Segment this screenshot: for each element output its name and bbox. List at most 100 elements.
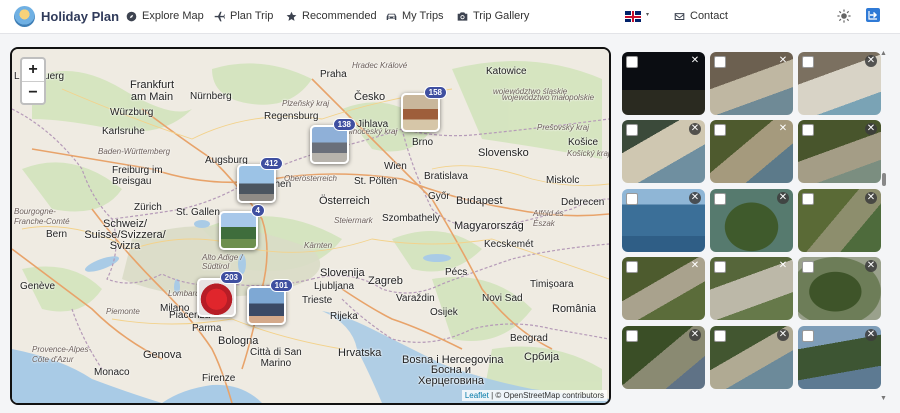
map-label: Nürnberg: [190, 91, 232, 102]
gallery-photo[interactable]: ✕: [798, 257, 881, 320]
cluster-count-badge: 158: [423, 86, 447, 99]
gallery-photo[interactable]: ✕: [622, 120, 705, 183]
brand-title[interactable]: Holiday Plan: [41, 9, 119, 24]
gallery-photo[interactable]: ✕: [622, 326, 705, 389]
scrollbar-thumb[interactable]: [882, 173, 886, 186]
map-label: Katowice: [486, 66, 527, 77]
remove-icon[interactable]: ✕: [777, 329, 789, 341]
remove-icon[interactable]: ✕: [777, 123, 789, 135]
map-label: Schweiz/ Suisse/Svizzera/ Svizra: [84, 218, 166, 252]
remove-icon[interactable]: ✕: [865, 55, 877, 67]
nav-my-trips[interactable]: My Trips: [386, 10, 444, 22]
nav-trip-gallery[interactable]: Trip Gallery: [457, 10, 529, 22]
select-checkbox[interactable]: [802, 124, 814, 136]
remove-icon[interactable]: ✕: [689, 329, 701, 341]
remove-icon[interactable]: ✕: [689, 123, 701, 135]
map-label: St. Gallen: [176, 207, 220, 218]
map-attribution: Leaflet | © OpenStreetMap contributors: [461, 390, 607, 401]
map-label: Zagreb: [368, 275, 403, 287]
select-checkbox[interactable]: [626, 330, 638, 342]
remove-icon[interactable]: ✕: [865, 260, 877, 272]
gallery-photo[interactable]: ✕: [710, 52, 793, 115]
select-checkbox[interactable]: [802, 261, 814, 273]
nav-plan-trip[interactable]: Plan Trip: [214, 10, 273, 22]
remove-icon[interactable]: ✕: [777, 55, 789, 67]
remove-icon[interactable]: ✕: [777, 260, 789, 272]
photo-cluster-marker[interactable]: 412: [237, 157, 283, 203]
photo-cluster-marker[interactable]: 158: [401, 86, 447, 132]
sun-icon[interactable]: [837, 9, 851, 23]
caret-down-icon[interactable]: ▾: [646, 11, 649, 18]
scroll-up-arrow-icon[interactable]: ▲: [880, 50, 887, 57]
top-navbar: Holiday Plan Explore Map Plan Trip Recom…: [0, 0, 900, 34]
select-checkbox[interactable]: [714, 330, 726, 342]
gallery-photo[interactable]: ✕: [710, 120, 793, 183]
map-label: Košický kraj: [567, 149, 610, 158]
zoom-in-button[interactable]: +: [22, 59, 44, 81]
leaflet-link[interactable]: Leaflet: [465, 391, 489, 400]
map-label: Česko: [354, 91, 386, 103]
remove-icon[interactable]: ✕: [865, 329, 877, 341]
map-label: Würzburg: [110, 107, 154, 118]
nav-explore-map[interactable]: Explore Map: [126, 10, 204, 22]
map-label: Freiburg im Breisgau: [112, 165, 163, 187]
select-checkbox[interactable]: [714, 56, 726, 68]
map-label: Plzeňský kraj: [282, 99, 330, 108]
plane-icon: [214, 11, 225, 21]
zoom-out-button[interactable]: −: [22, 81, 44, 103]
map-label: Brno: [412, 137, 434, 148]
map-label: Košice: [568, 137, 599, 148]
remove-icon[interactable]: ✕: [865, 123, 877, 135]
gallery-photo[interactable]: ✕: [622, 257, 705, 320]
select-checkbox[interactable]: [626, 193, 638, 205]
logo-icon[interactable]: [14, 6, 35, 27]
remove-icon[interactable]: ✕: [689, 192, 701, 204]
select-checkbox[interactable]: [802, 56, 814, 68]
map-label: Österreich: [319, 195, 370, 207]
photo-cluster-marker[interactable]: 101: [247, 279, 293, 325]
map-label: Bratislava: [424, 171, 468, 182]
map-label: Debrecen: [561, 197, 605, 208]
scroll-down-arrow-icon[interactable]: ▼: [880, 395, 887, 402]
remove-icon[interactable]: ✕: [777, 192, 789, 204]
gallery-photo[interactable]: ✕: [798, 52, 881, 115]
photo-cluster-marker[interactable]: 203: [197, 271, 243, 317]
gallery-photo[interactable]: ✕: [622, 52, 705, 115]
gallery-photo[interactable]: ✕: [710, 257, 793, 320]
map-label: Bourgogne-Franche-Comté: [14, 207, 70, 226]
select-checkbox[interactable]: [802, 193, 814, 205]
remove-icon[interactable]: ✕: [689, 260, 701, 272]
gallery-photo[interactable]: ✕: [710, 189, 793, 252]
gallery-photo[interactable]: ✕: [622, 189, 705, 252]
nav-recommended[interactable]: Recommended: [286, 10, 377, 22]
remove-icon[interactable]: ✕: [865, 192, 877, 204]
select-checkbox[interactable]: [626, 56, 638, 68]
photo-cluster-marker[interactable]: 138: [310, 118, 356, 164]
gallery-scrollbar[interactable]: ▲ ▼: [880, 50, 888, 405]
select-checkbox[interactable]: [714, 124, 726, 136]
nav-contact[interactable]: Contact: [674, 10, 728, 22]
map-label: Budapest: [456, 195, 503, 207]
gallery-photo[interactable]: ✕: [798, 120, 881, 183]
select-checkbox[interactable]: [714, 261, 726, 273]
gallery-photo[interactable]: ✕: [798, 189, 881, 252]
remove-icon[interactable]: ✕: [689, 55, 701, 67]
nav-label: Recommended: [302, 10, 377, 22]
select-checkbox[interactable]: [714, 193, 726, 205]
photo-gallery[interactable]: ✕ ✕ ✕ ✕ ✕ ✕ ✕ ✕ ✕ ✕ ✕ ✕ ✕ ✕ ✕: [622, 50, 890, 405]
photo-cluster-marker[interactable]: 4: [219, 204, 265, 250]
nav-label: My Trips: [402, 10, 444, 22]
login-icon[interactable]: [866, 8, 880, 22]
cluster-count-badge: 101: [269, 279, 293, 292]
select-checkbox[interactable]: [802, 330, 814, 342]
explore-map[interactable]: Lëtzebuerg Frankfurt am Main Nürnberg Pr…: [10, 47, 611, 405]
select-checkbox[interactable]: [626, 124, 638, 136]
map-label: Bologna: [218, 335, 259, 347]
map-label: St. Pölten: [354, 176, 398, 187]
select-checkbox[interactable]: [626, 261, 638, 273]
uk-flag-icon[interactable]: [625, 11, 641, 22]
car-icon: [386, 13, 397, 20]
gallery-photo[interactable]: ✕: [710, 326, 793, 389]
gallery-photo[interactable]: ✕: [798, 326, 881, 389]
osm-attribution-text: | © OpenStreetMap contributors: [488, 391, 604, 400]
